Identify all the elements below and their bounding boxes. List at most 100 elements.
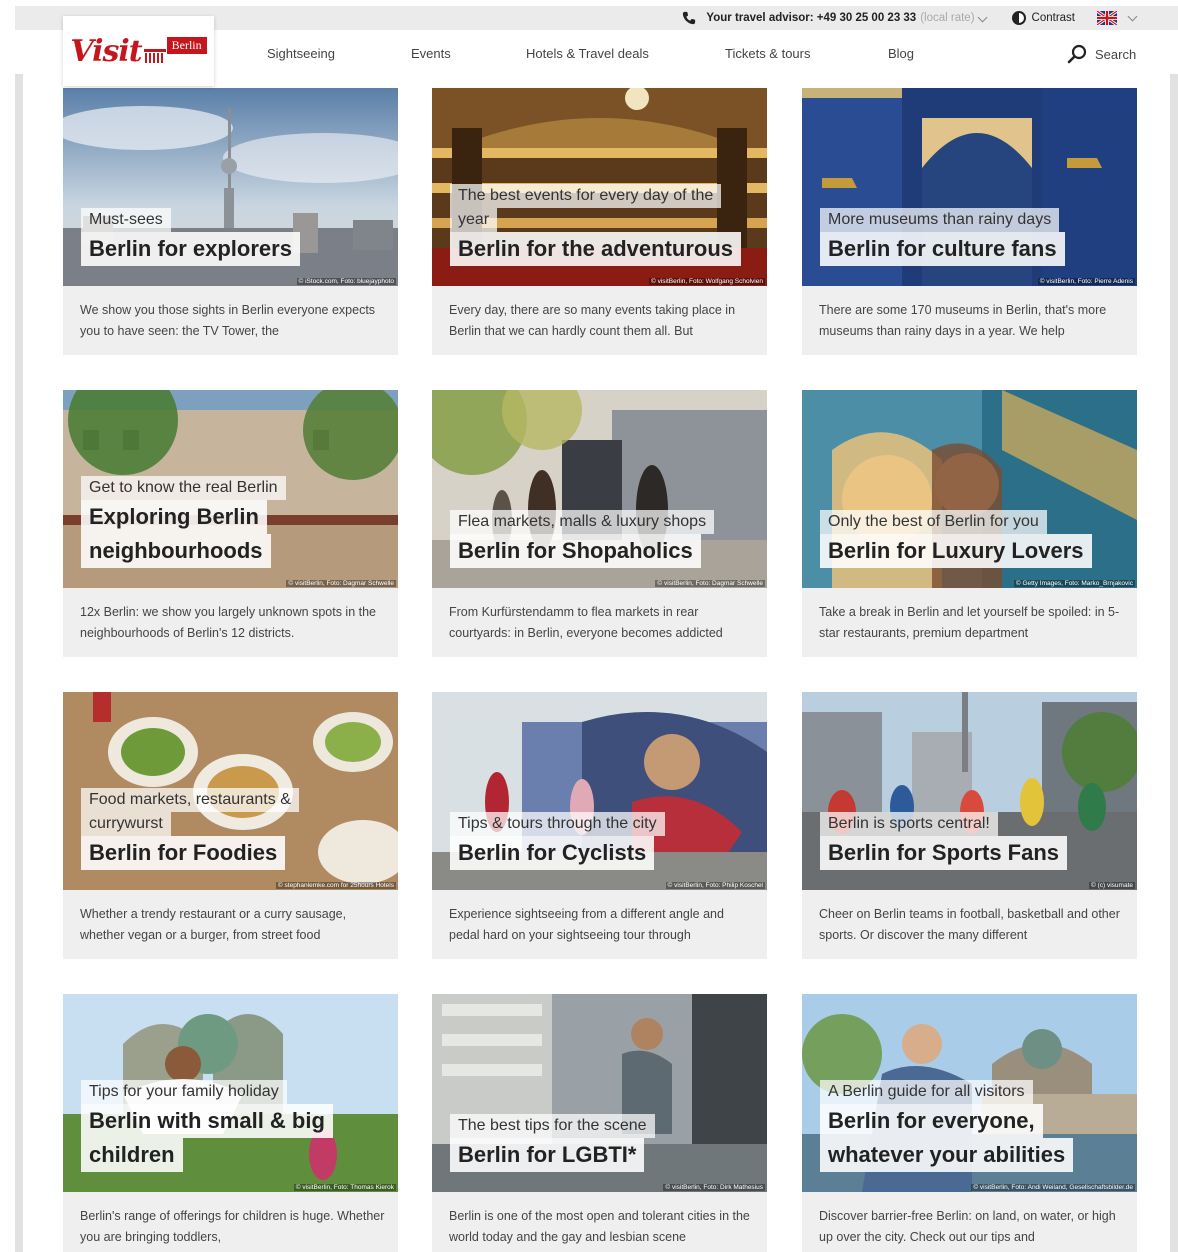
card-description: Berlin is one of the most open and toler… <box>449 1209 750 1244</box>
card-title: Exploring Berlin <box>81 500 267 534</box>
card-description: 12x Berlin: we show you largely unknown … <box>80 605 376 640</box>
photo-credit: © visitBerlin, Foto: Dagmar Schwelle <box>655 580 765 587</box>
chevron-down-icon <box>1127 11 1138 22</box>
visit-berlin-logo[interactable]: Visit Berlin <box>63 16 214 86</box>
card-image: Tips & tours through the city Berlin for … <box>432 692 767 890</box>
card-title: Berlin with small & big <box>81 1104 333 1138</box>
chevron-down-icon <box>977 12 987 23</box>
search-icon <box>1067 44 1087 64</box>
photo-credit: © (c) visumate <box>1089 882 1135 889</box>
nav-blog[interactable]: Blog <box>888 46 914 61</box>
card-title: Berlin for Shopaholics <box>450 534 701 568</box>
card-title: Berlin for LGBTI* <box>450 1138 645 1172</box>
contrast-label: Contrast <box>1031 12 1075 24</box>
photo-credit: © visitBerlin, Foto: Andi Weiland, Gesel… <box>971 1184 1135 1191</box>
contrast-toggle[interactable]: Contrast <box>998 11 1075 25</box>
card-title: Berlin for culture fans <box>820 232 1065 266</box>
card-description: Berlin's range of offerings for children… <box>80 1209 385 1244</box>
teaser-card[interactable]: The best tips for the scene Berlin for LG… <box>432 994 767 1252</box>
logo-berlin-text: Berlin <box>166 36 207 54</box>
teaser-card[interactable]: Get to know the real Berlin Exploring Ber… <box>63 390 398 657</box>
nav-events[interactable]: Events <box>411 46 451 61</box>
card-kicker: currywurst <box>81 812 171 836</box>
photo-credit: © visitBerlin, Foto: Dagmar Schwelle <box>286 580 396 587</box>
language-selector[interactable] <box>1085 11 1138 25</box>
card-kicker: Flea markets, malls & luxury shops <box>450 510 715 534</box>
card-image: A Berlin guide for all visitors Berlin fo… <box>802 994 1137 1192</box>
card-image: Flea markets, malls & luxury shops Berlin… <box>432 390 767 588</box>
card-image: Get to know the real Berlin Exploring Ber… <box>63 390 398 588</box>
card-image: More museums than rainy days Berlin for c… <box>802 88 1137 286</box>
card-kicker: The best events for every day of the <box>450 184 722 208</box>
photo-credit: © visitBerlin, Foto: Philip Koschel <box>665 882 765 889</box>
search-button[interactable]: Search <box>1067 44 1136 64</box>
uk-flag-icon <box>1097 11 1117 25</box>
card-description: Every day, there are so many events taki… <box>449 303 736 338</box>
teaser-card[interactable]: More museums than rainy days Berlin for c… <box>802 88 1137 355</box>
teaser-card[interactable]: The best events for every day of the year… <box>432 88 767 355</box>
card-image: Only the best of Berlin for you Berlin fo… <box>802 390 1137 588</box>
card-title: Berlin for explorers <box>81 232 300 266</box>
photo-credit: © visitBerlin, Foto: Wolfgang Scholvien <box>649 278 765 285</box>
teaser-card[interactable]: Tips & tours through the city Berlin for … <box>432 692 767 959</box>
photo-credit: © iStock.com, Foto: bluejayphoto <box>296 278 396 285</box>
card-image: The best events for every day of the year… <box>432 88 767 286</box>
card-image: Berlin is sports central! Berlin for Spor… <box>802 692 1137 890</box>
nav-tickets-tours[interactable]: Tickets & tours <box>725 46 810 61</box>
card-kicker: More museums than rainy days <box>820 208 1060 232</box>
utility-row: Your travel advisor: +49 30 25 00 23 33(… <box>682 6 1138 30</box>
teaser-card[interactable]: Must-sees Berlin for explorers © iStock.co… <box>63 88 398 355</box>
card-title: Berlin for the adventurous <box>450 232 742 266</box>
card-title: Berlin for everyone, <box>820 1104 1043 1138</box>
card-description: We show you those sights in Berlin every… <box>80 303 376 338</box>
card-kicker: Berlin is sports central! <box>820 812 998 836</box>
card-image: Must-sees Berlin for explorers © iStock.co… <box>63 88 398 286</box>
teaser-card[interactable]: Only the best of Berlin for you Berlin fo… <box>802 390 1137 657</box>
travel-advisor-link[interactable]: Your travel advisor: +49 30 25 00 23 33(… <box>706 12 987 24</box>
card-kicker: Tips & tours through the city <box>450 812 665 836</box>
card-title: children <box>81 1138 183 1172</box>
photo-credit: © visitBerlin, Foto: Pierre Adenis <box>1037 278 1135 285</box>
card-title: Berlin for Cyclists <box>450 836 655 870</box>
photo-credit: © Getty Images, Foto: Marko_Brnjakovic <box>1013 580 1135 587</box>
teaser-card[interactable]: Food markets, restaurants & currywurst Ber… <box>63 692 398 959</box>
card-description: There are some 170 museums in Berlin, th… <box>819 303 1107 338</box>
card-kicker: Food markets, restaurants & <box>81 788 299 812</box>
card-kicker: A Berlin guide for all visitors <box>820 1080 1033 1104</box>
card-kicker: The best tips for the scene <box>450 1114 655 1138</box>
card-image: Tips for your family holiday Berlin with … <box>63 994 398 1192</box>
card-kicker: Tips for your family holiday <box>81 1080 287 1104</box>
brandenburg-gate-icon <box>143 49 166 63</box>
card-description: Cheer on Berlin teams in football, baske… <box>819 907 1120 942</box>
teaser-card[interactable]: Tips for your family holiday Berlin with … <box>63 994 398 1252</box>
photo-credit: © stephanlemke.com for 25hours Hotels <box>275 882 396 889</box>
phone-icon <box>683 11 696 25</box>
teaser-card[interactable]: A Berlin guide for all visitors Berlin fo… <box>802 994 1137 1252</box>
card-kicker: Get to know the real Berlin <box>81 476 286 500</box>
card-title: Berlin for Foodies <box>81 836 286 870</box>
card-description: Experience sightseeing from a different … <box>449 907 724 942</box>
page-frame-left <box>15 6 23 1252</box>
card-description: Discover barrier-free Berlin: on land, o… <box>819 1209 1116 1244</box>
card-kicker: year <box>450 208 498 232</box>
teaser-card[interactable]: Berlin is sports central! Berlin for Spor… <box>802 692 1137 959</box>
card-kicker: Must-sees <box>81 208 171 232</box>
logo-visit-text: Visit <box>70 33 142 69</box>
page-frame-right <box>1170 6 1178 1252</box>
card-image: The best tips for the scene Berlin for LG… <box>432 994 767 1192</box>
card-title: whatever your abilities <box>820 1138 1074 1172</box>
contrast-icon <box>1011 11 1026 25</box>
teaser-card[interactable]: Flea markets, malls & luxury shops Berlin… <box>432 390 767 657</box>
search-label: Search <box>1095 46 1137 62</box>
travel-advisor-label: Your travel advisor: +49 30 25 00 23 33 <box>706 12 917 24</box>
card-image: Food markets, restaurants & currywurst Ber… <box>63 692 398 890</box>
card-title: neighbourhoods <box>81 534 271 568</box>
card-title: Berlin for Luxury Lovers <box>820 534 1092 568</box>
nav-hotels-travel-deals[interactable]: Hotels & Travel deals <box>526 46 649 61</box>
card-title: Berlin for Sports Fans <box>820 836 1068 870</box>
nav-sightseeing[interactable]: Sightseeing <box>267 46 335 61</box>
photo-credit: © visitBerlin, Foto: Dirk Mathesius <box>663 1184 765 1191</box>
card-kicker: Only the best of Berlin for you <box>820 510 1047 534</box>
card-description: Take a break in Berlin and let yourself … <box>819 605 1120 640</box>
photo-credit: © visitBerlin, Foto: Thomas Kierok <box>293 1184 396 1191</box>
